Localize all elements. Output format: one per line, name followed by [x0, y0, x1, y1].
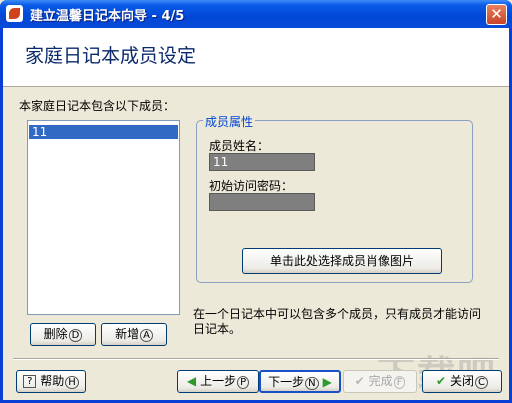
wizard-header: 家庭日记本成员设定	[3, 28, 509, 87]
window-title: 建立温馨日记本向导 - 4/5	[30, 9, 185, 24]
footer-separator	[13, 358, 499, 360]
prev-button[interactable]: ◀ 上一步 P	[177, 370, 259, 393]
password-field[interactable]	[209, 193, 315, 211]
close-button[interactable]: ✔ 关闭 C	[422, 370, 502, 393]
delete-button[interactable]: 删除 D	[30, 323, 96, 346]
hint-text: 在一个日记本中可以包含多个成员，只有成员才能访问日记本。	[193, 307, 482, 336]
name-label: 成员姓名：	[209, 139, 270, 153]
next-label: 下一步	[268, 375, 305, 389]
app-icon	[6, 5, 23, 22]
delete-hotkey: D	[68, 329, 83, 342]
add-button[interactable]: 新增 A	[101, 323, 167, 346]
help-button[interactable]: ? 帮助 H	[16, 370, 86, 393]
checkmark-icon: ✔	[354, 374, 365, 388]
next-hotkey: N	[305, 377, 319, 390]
help-icon: ?	[23, 375, 37, 388]
page-title: 家庭日记本成员设定	[25, 45, 197, 67]
select-portrait-button[interactable]: 单击此处选择成员肖像图片	[242, 248, 442, 274]
finish-button[interactable]: ✔ 完成 F	[343, 370, 417, 393]
members-listbox[interactable]: 11	[27, 120, 180, 315]
prev-hotkey: P	[237, 376, 250, 389]
member-properties-group: 成员属性 成员姓名： 11 初始访问密码： 单击此处选择成员肖像图片	[196, 113, 473, 283]
finish-hotkey: F	[393, 376, 406, 389]
delete-label: 删除	[43, 327, 68, 341]
add-hotkey: A	[140, 329, 153, 342]
help-hotkey: H	[65, 376, 79, 389]
group-legend: 成员属性	[203, 113, 256, 130]
wizard-body: 家庭日记本成员设定 本家庭日记本包含以下成员： 11 删除 D 新增 A 成员属性 …	[3, 28, 509, 400]
close-hotkey: C	[475, 376, 489, 389]
left-arrow-icon: ◀	[186, 374, 197, 388]
password-label: 初始访问密码：	[209, 179, 294, 193]
close-label: 关闭	[450, 374, 475, 388]
next-button[interactable]: 下一步 N ▶	[259, 370, 341, 393]
wizard-window: 建立温馨日记本向导 - 4/5 ✕ 家庭日记本成员设定 本家庭日记本包含以下成员…	[0, 0, 512, 403]
prev-label: 上一步	[200, 374, 237, 388]
member-name-field[interactable]: 11	[209, 153, 315, 171]
add-label: 新增	[115, 327, 140, 341]
list-item[interactable]: 11	[29, 125, 178, 139]
members-label: 本家庭日记本包含以下成员：	[19, 99, 176, 113]
checkmark-icon: ✔	[435, 374, 447, 388]
help-label: 帮助	[40, 374, 65, 388]
finish-label: 完成	[368, 374, 393, 388]
title-bar[interactable]: 建立温馨日记本向导 - 4/5 ✕	[0, 0, 512, 28]
close-icon[interactable]: ✕	[486, 4, 507, 25]
right-arrow-icon: ▶	[322, 375, 332, 389]
